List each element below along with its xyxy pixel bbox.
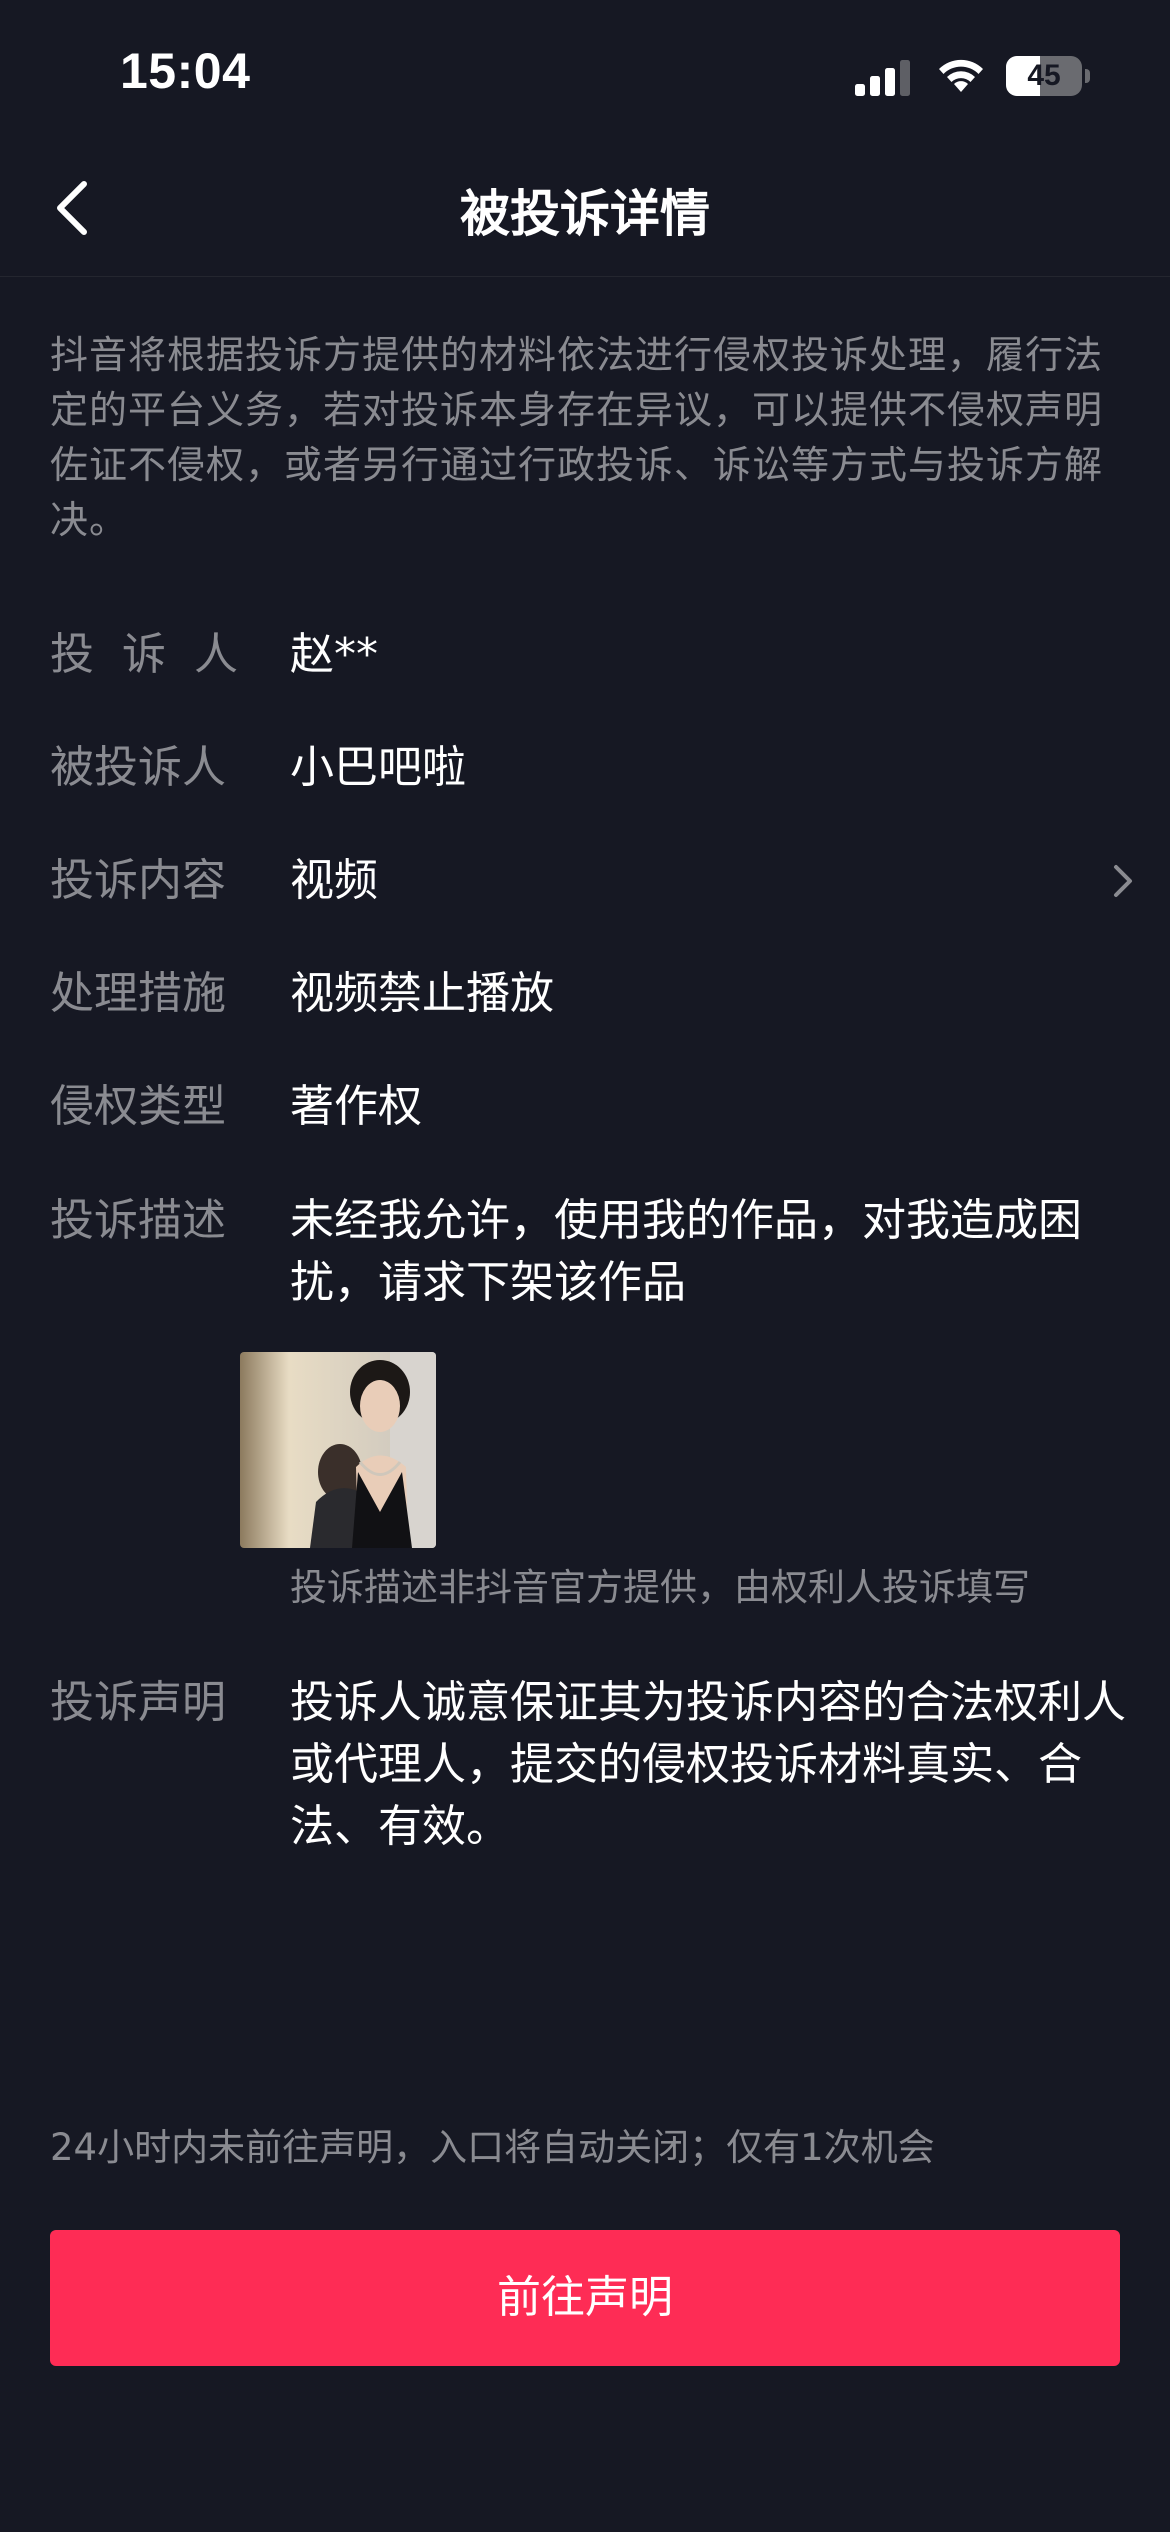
infringement-type-label: 侵权类型 — [50, 1081, 226, 1132]
description-label: 投诉描述 — [50, 1195, 226, 1246]
complaint-content-value: 视频 — [290, 855, 378, 906]
status-time: 15:04 — [120, 43, 251, 99]
chevron-right-icon — [1114, 865, 1132, 897]
page-title: 被投诉详情 — [460, 185, 710, 243]
evidence-photo-image — [240, 1352, 436, 1548]
complainant-value: 赵** — [290, 629, 378, 680]
nav-bar: 被投诉详情 — [0, 150, 1170, 277]
statement-value: 投诉人诚意保证其为投诉内容的合法权利人或代理人，提交的侵权投诉材料真实、合法、有… — [290, 1677, 1126, 1852]
go-to-statement-button[interactable]: 前往声明 — [50, 2230, 1120, 2366]
deadline-note: 24小时内未前往声明，入口将自动关闭；仅有1次机会 — [50, 2126, 935, 2169]
respondent-label: 被投诉人 — [50, 742, 226, 793]
measure-value: 视频禁止播放 — [290, 968, 554, 1019]
description-source-note: 投诉描述非抖音官方提供，由权利人投诉填写 — [290, 1566, 1030, 1609]
battery-cap — [1085, 69, 1090, 83]
complaint-content-row[interactable]: 投诉内容 视频 — [50, 850, 1132, 912]
complaint-content-label: 投诉内容 — [50, 855, 226, 906]
wifi-icon — [939, 59, 983, 92]
measure-label: 处理措施 — [50, 968, 226, 1019]
description-value: 未经我允许，使用我的作品，对我造成困扰，请求下架该作品 — [290, 1195, 1082, 1308]
status-bar: 15:04 45 — [0, 0, 1170, 150]
evidence-thumbnail[interactable] — [240, 1352, 436, 1548]
complainant-label: 投诉人 — [50, 629, 266, 680]
statement-label: 投诉声明 — [50, 1677, 226, 1728]
respondent-value: 小巴吧啦 — [290, 742, 466, 793]
battery-percent: 45 — [1027, 59, 1061, 92]
battery-indicator: 45 — [1006, 56, 1090, 96]
infringement-type-value: 著作权 — [290, 1081, 422, 1132]
complaint-notice: 抖音将根据投诉方提供的材料依法进行侵权投诉处理，履行法定的平台义务，若对投诉本身… — [50, 333, 1104, 542]
cellular-signal-icon — [855, 60, 910, 96]
